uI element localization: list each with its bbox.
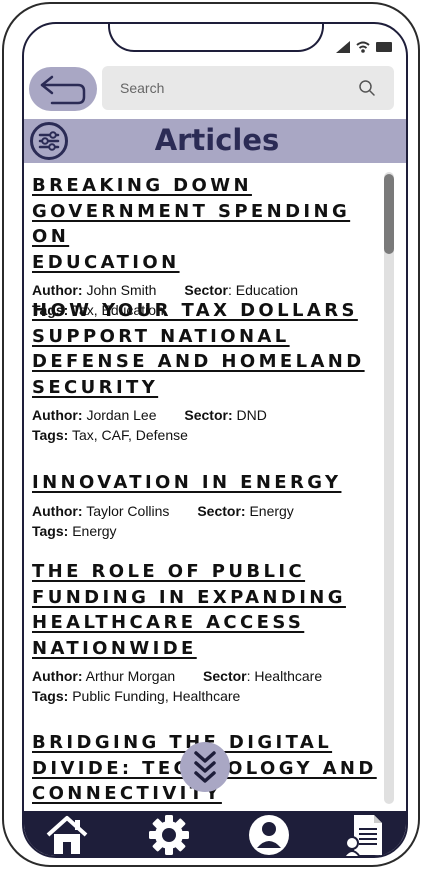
nav-settings[interactable] bbox=[146, 813, 192, 856]
status-bar bbox=[336, 40, 392, 54]
signal-icon bbox=[336, 41, 350, 53]
article-item[interactable]: HOW YOUR TAX DOLLARS SUPPORT NATIONAL DE… bbox=[32, 298, 378, 445]
article-title[interactable]: INNOVATION IN ENERGY bbox=[32, 470, 378, 496]
nav-profile[interactable] bbox=[246, 813, 292, 856]
bottom-nav bbox=[24, 811, 406, 856]
back-button[interactable] bbox=[29, 67, 97, 111]
back-arrow-icon bbox=[40, 75, 86, 105]
chevrons-down-icon bbox=[194, 751, 216, 783]
nav-documents[interactable] bbox=[342, 813, 388, 856]
search-input[interactable] bbox=[118, 79, 342, 97]
app-screen: Articles BREAKING DOWN GOVERNMENT SPENDI… bbox=[22, 22, 408, 858]
article-meta: Author: Taylor Collins Sector: Energy Ta… bbox=[32, 502, 294, 539]
article-item[interactable]: THE ROLE OF PUBLIC FUNDING IN EXPANDING … bbox=[32, 559, 378, 706]
article-title[interactable]: BREAKING DOWN GOVERNMENT SPENDING ON EDU… bbox=[32, 173, 378, 275]
article-list: BREAKING DOWN GOVERNMENT SPENDING ON EDU… bbox=[24, 167, 378, 811]
article-meta: Author: Arthur Morgan Sector: Healthcare… bbox=[32, 668, 323, 704]
article-item[interactable]: INNOVATION IN ENERGY Author: Taylor Coll… bbox=[32, 470, 378, 541]
home-icon bbox=[46, 816, 88, 854]
article-title[interactable]: HOW YOUR TAX DOLLARS SUPPORT NATIONAL DE… bbox=[32, 298, 378, 400]
articles-header: Articles bbox=[24, 119, 406, 163]
battery-icon bbox=[376, 42, 392, 52]
phone-notch bbox=[108, 24, 324, 52]
scrollbar[interactable] bbox=[384, 172, 394, 804]
scroll-down-button[interactable] bbox=[180, 742, 230, 792]
search-icon[interactable] bbox=[358, 79, 376, 97]
document-icon bbox=[344, 815, 382, 856]
scrollbar-thumb[interactable] bbox=[384, 174, 394, 254]
phone-frame: Articles BREAKING DOWN GOVERNMENT SPENDI… bbox=[2, 2, 420, 867]
page-title: Articles bbox=[154, 123, 280, 157]
wifi-icon bbox=[356, 41, 370, 53]
article-meta: Author: Jordan Lee Sector: DND Tags: Tax… bbox=[32, 407, 267, 443]
gear-icon bbox=[149, 815, 189, 855]
article-title[interactable]: THE ROLE OF PUBLIC FUNDING IN EXPANDING … bbox=[32, 559, 378, 661]
user-icon bbox=[249, 815, 289, 855]
nav-home[interactable] bbox=[44, 813, 90, 856]
search-bar bbox=[102, 66, 394, 110]
